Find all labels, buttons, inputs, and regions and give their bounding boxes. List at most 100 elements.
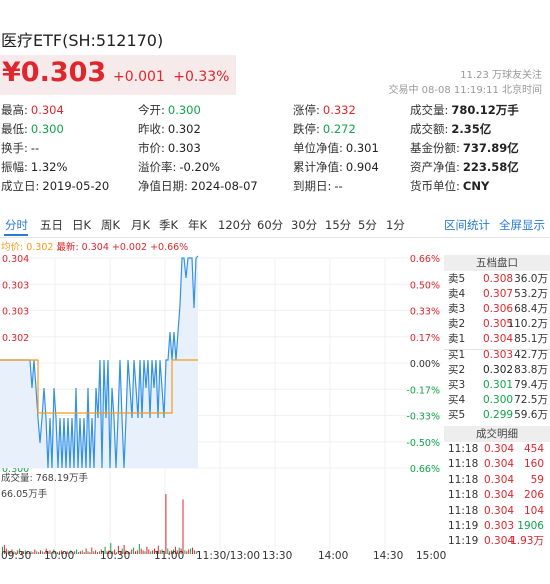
tab-10[interactable]: 15分 <box>325 217 351 233</box>
deal-price: 0.304 <box>484 443 515 455</box>
stat-label: 累计净值: <box>293 160 343 174</box>
volume-bar <box>74 551 76 554</box>
bid-row: 买2 0.302 83.8万 <box>444 363 550 378</box>
volume-bar <box>76 549 78 554</box>
y-right-tick: 0.17% <box>410 333 440 344</box>
stat-value: 223.58亿 <box>462 160 519 174</box>
bid-price: 0.302 <box>483 364 514 376</box>
bid-row: 买1 0.303 42.7万 <box>444 348 550 363</box>
deal-price: 0.304 <box>484 504 515 517</box>
time-tick: 13:30 <box>262 550 293 562</box>
ask-level: 卖2 <box>448 318 466 330</box>
bid-volume: 83.8万 <box>514 364 548 376</box>
tab-2[interactable]: 日K <box>72 217 91 233</box>
deal-row: 11:19 0.304 1.93万 <box>444 534 550 549</box>
fullscreen-link[interactable]: 全屏显示 <box>499 217 545 233</box>
ask-level: 卖5 <box>448 273 466 285</box>
stat-label: 货币单位: <box>410 179 460 193</box>
stat-item: 货币单位: CNY <box>410 178 489 194</box>
stat-item: 成交量: 780.12万手 <box>410 102 519 118</box>
stat-value: -- <box>30 141 40 155</box>
volume-bar <box>79 551 81 554</box>
stat-value: 0.904 <box>345 160 379 174</box>
deal-time: 11:19 <box>448 520 479 532</box>
stat-item: 到期日: -- <box>293 178 343 194</box>
tab-7[interactable]: 120分 <box>218 217 251 233</box>
y-right-tick: -0.50% <box>406 438 440 449</box>
bid-volume: 72.5万 <box>514 394 548 406</box>
stat-label: 到期日: <box>293 179 332 193</box>
stat-label: 振幅: <box>1 160 28 174</box>
deal-row: 11:18 0.304 206 <box>444 488 550 503</box>
stat-label: 最低: <box>1 122 28 136</box>
y-right-tick: 0.50% <box>410 280 440 291</box>
y-right-tick: 0.00% <box>410 359 440 370</box>
deal-volume: 206 <box>523 489 544 502</box>
tab-12[interactable]: 1分 <box>386 217 405 233</box>
deal-volume: 160 <box>523 458 544 471</box>
volume-bar <box>190 548 192 554</box>
y-right-tick: 0.66% <box>410 464 440 475</box>
bid-level: 买5 <box>448 409 466 421</box>
followers-count: 11.23 万球友关注 <box>460 70 542 81</box>
stat-item: 今开: 0.300 <box>138 102 201 118</box>
time-tick: 10:00 <box>44 550 75 562</box>
stat-value: 2.35亿 <box>451 122 492 136</box>
ask-row: 卖4 0.307 53.2万 <box>444 287 550 302</box>
volume-bar <box>193 550 195 554</box>
tab-3[interactable]: 周K <box>101 217 120 233</box>
deal-price: 0.304 <box>484 458 515 471</box>
bid-level: 买4 <box>448 394 466 406</box>
stat-value: 2019-05-20 <box>42 179 110 193</box>
volume-bar <box>186 551 188 554</box>
stat-item: 成立日: 2019-05-20 <box>1 178 109 194</box>
bid-row: 买5 0.299 59.6万 <box>444 408 550 423</box>
time-tick: 09:30 <box>1 550 32 562</box>
tab-5[interactable]: 季K <box>159 217 178 233</box>
ask-level: 卖4 <box>448 288 466 300</box>
bid-volume: 79.4万 <box>514 379 548 391</box>
y-left-tick: 0.303 <box>2 280 29 291</box>
volume-bar <box>146 546 148 554</box>
volume-bar <box>81 550 83 554</box>
deal-time: 11:18 <box>448 473 479 486</box>
trade-status: 交易中 08-08 11:19:11 北京时间 <box>388 85 542 96</box>
stat-item: 溢价率: -0.20% <box>138 159 220 175</box>
stat-item: 涨停: 0.332 <box>293 102 356 118</box>
volume-bar <box>136 550 138 554</box>
stat-item: 资产净值: 223.58亿 <box>410 159 519 175</box>
y-left-tick: 0.303 <box>2 307 29 318</box>
deal-time: 11:18 <box>448 443 479 455</box>
stat-item: 基金份额: 737.89亿 <box>410 140 519 156</box>
time-tick: 11:00 <box>154 550 185 562</box>
ask-row: 卖3 0.306 68.4万 <box>444 302 550 317</box>
tab-9[interactable]: 30分 <box>291 217 317 233</box>
tab-1[interactable]: 五日 <box>40 217 63 233</box>
period-tabs: 区间统计 全屏显示 分时 五日 日K 周K 月K 季K 年K 120分 60分 30分 15分 5分 1… <box>0 217 550 237</box>
stat-label: 资产净值: <box>410 160 460 174</box>
ask-level: 卖1 <box>448 333 466 345</box>
bid-volume: 59.6万 <box>514 409 548 421</box>
stat-value: 0.272 <box>322 122 356 136</box>
order-book-title: 五档盘口 <box>444 255 550 271</box>
tab-8[interactable]: 60分 <box>257 217 283 233</box>
stat-value: 780.12万手 <box>451 103 519 117</box>
intraday-chart[interactable]: 0.304 0.66% 0.303 0.50% 0.303 0.33% 0.302 0.17%… <box>0 248 444 558</box>
active-tab-indicator <box>4 234 28 236</box>
ask-volume: 36.0万 <box>514 273 548 285</box>
volume-bar <box>95 550 97 554</box>
price-change-pct: +0.33% <box>173 69 230 85</box>
stat-item: 净值日期: 2024-08-07 <box>138 178 258 194</box>
bid-volume: 42.7万 <box>514 349 548 361</box>
deal-volume: 104 <box>523 504 544 517</box>
deal-row: 11:18 0.304 59 <box>444 473 550 488</box>
tab-11[interactable]: 5分 <box>358 217 377 233</box>
tab-6[interactable]: 年K <box>188 217 207 233</box>
y-right-tick: -0.17% <box>406 385 440 396</box>
volume-bar <box>192 547 193 554</box>
tab-0[interactable]: 分时 <box>5 217 28 233</box>
ask-volume: 68.4万 <box>514 303 548 315</box>
interval-stats-link[interactable]: 区间统计 <box>444 217 490 233</box>
bid-level: 买3 <box>448 379 466 391</box>
tab-4[interactable]: 月K <box>131 217 150 233</box>
